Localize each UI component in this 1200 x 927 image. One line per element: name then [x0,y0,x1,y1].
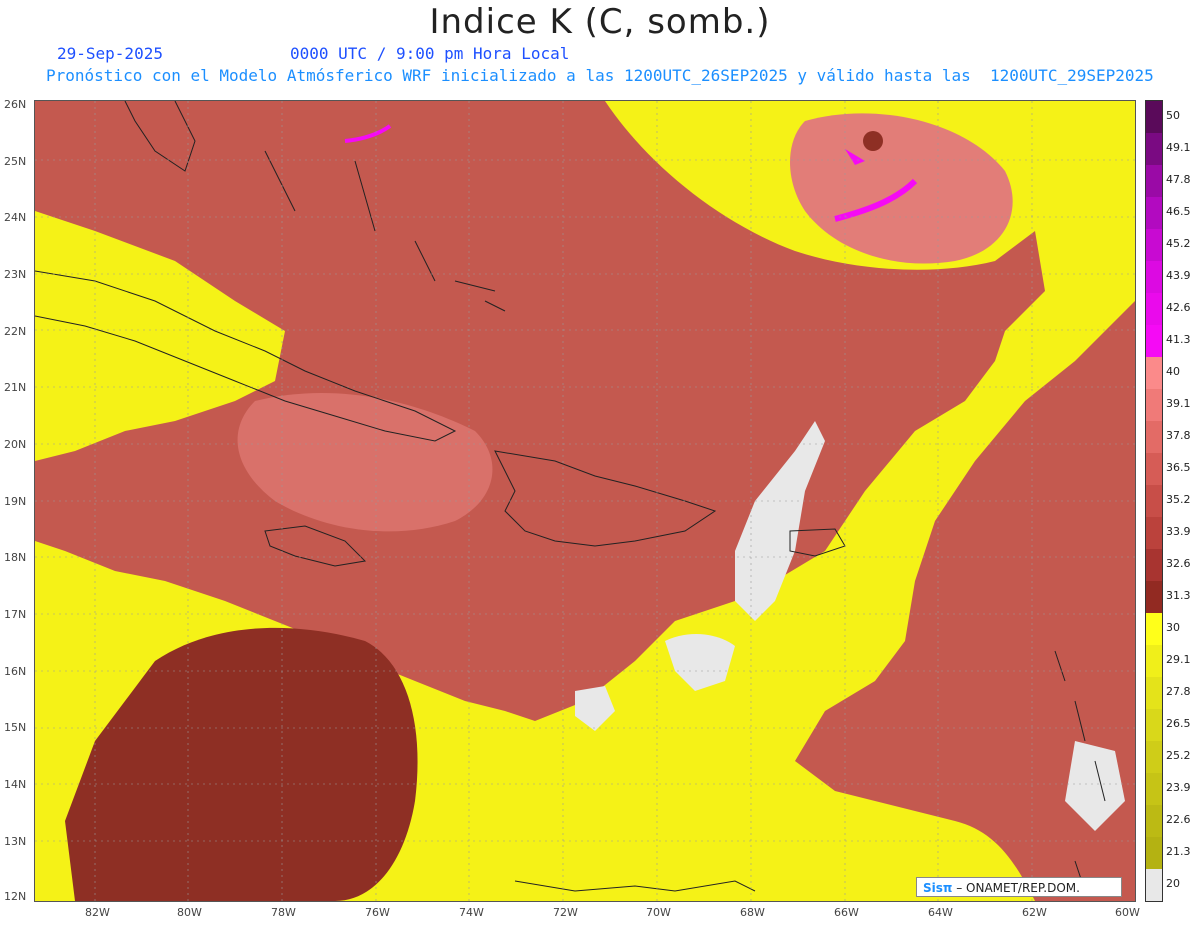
lat-label: 25N [4,155,27,168]
lat-label: 14N [4,778,27,791]
colorbar-label: 29.1 [1166,653,1191,666]
colorbar-label: 50 [1166,109,1180,122]
sispi-logo: Sisπ [923,881,953,895]
coastline-venezuela [514,880,756,892]
colorbar-segment [1146,869,1162,901]
colorbar-label: 37.8 [1166,429,1191,442]
low-k-region-4 [575,686,615,731]
colorbar-label: 27.8 [1166,685,1191,698]
colorbar-label: 33.9 [1166,525,1191,538]
colorbar-label: 43.9 [1166,269,1191,282]
colorbar-label: 23.9 [1166,781,1191,794]
k-index-map [34,100,1136,902]
colorbar-label: 45.2 [1166,237,1191,250]
lon-label: 70W [646,906,671,919]
lat-label: 18N [4,551,27,564]
forecast-time: 0000 UTC / 9:00 pm Hora Local [290,44,570,63]
colorbar-label: 46.5 [1166,205,1191,218]
colorbar-segment [1146,293,1162,325]
lat-label: 15N [4,721,27,734]
lat-label: 13N [4,835,27,848]
credit-org: – ONAMET/REP.DOM. [956,881,1080,895]
colorbar-label: 25.2 [1166,749,1191,762]
lon-label: 66W [834,906,859,919]
lon-label: 82W [85,906,110,919]
colorbar-segment [1146,613,1162,645]
colorbar-segment [1146,421,1162,453]
colorbar-label: 22.6 [1166,813,1191,826]
colorbar-segment [1146,485,1162,517]
colorbar-label: 39.1 [1166,397,1191,410]
model-description: Pronóstico con el Modelo Atmósferico WRF… [46,66,1154,85]
colorbar-segment [1146,709,1162,741]
lat-label: 16N [4,665,27,678]
credit-box: Sisπ – ONAMET/REP.DOM. [916,877,1122,897]
colorbar-segment [1146,805,1162,837]
colorbar-label: 42.6 [1166,301,1191,314]
colorbar-segment [1146,325,1162,357]
colorbar-label: 21.3 [1166,845,1191,858]
lat-label: 24N [4,211,27,224]
lon-label: 76W [365,906,390,919]
lat-label: 21N [4,381,27,394]
colorbar-segment [1146,581,1162,613]
colorbar-label: 36.5 [1166,461,1191,474]
lon-label: 72W [553,906,578,919]
colorbar-segment [1146,165,1162,197]
colorbar-label: 47.8 [1166,173,1191,186]
lon-label: 68W [740,906,765,919]
lat-label: 19N [4,495,27,508]
colorbar-segment [1146,197,1162,229]
lon-label: 62W [1022,906,1047,919]
colorbar-segment [1146,357,1162,389]
colorbar-label: 30 [1166,621,1180,634]
map-svg [35,101,1135,901]
colorbar-segment [1146,229,1162,261]
lat-label: 23N [4,268,27,281]
colorbar-segment [1146,677,1162,709]
lat-label: 17N [4,608,27,621]
colorbar-label: 20 [1166,877,1180,890]
lat-label: 12N [4,890,27,903]
high-k-region-southwest [65,627,418,901]
colorbar [1145,100,1163,902]
lat-label: 22N [4,325,27,338]
lon-label: 80W [177,906,202,919]
colorbar-segment [1146,645,1162,677]
hurricane-eye [863,131,883,151]
low-k-region-2 [665,634,735,691]
colorbar-label: 40 [1166,365,1180,378]
lat-label: 20N [4,438,27,451]
colorbar-label: 31.3 [1166,589,1191,602]
colorbar-segment [1146,741,1162,773]
lon-label: 74W [459,906,484,919]
colorbar-label: 32.6 [1166,557,1191,570]
lat-label: 26N [4,98,27,111]
colorbar-label: 41.3 [1166,333,1191,346]
colorbar-segment [1146,773,1162,805]
colorbar-segment [1146,389,1162,421]
colorbar-segment [1146,261,1162,293]
chart-title: Indice K (C, somb.) [429,2,771,42]
colorbar-segment [1146,517,1162,549]
lon-label: 78W [271,906,296,919]
colorbar-segment [1146,133,1162,165]
forecast-date: 29-Sep-2025 [57,44,163,63]
lon-label: 64W [928,906,953,919]
lon-label: 60W [1115,906,1140,919]
high-k-region-hurricane [790,113,1013,264]
colorbar-label: 35.2 [1166,493,1191,506]
colorbar-label: 49.1 [1166,141,1191,154]
colorbar-label: 26.5 [1166,717,1191,730]
colorbar-segment [1146,453,1162,485]
colorbar-segment [1146,101,1162,133]
colorbar-segment [1146,549,1162,581]
colorbar-segment [1146,837,1162,869]
